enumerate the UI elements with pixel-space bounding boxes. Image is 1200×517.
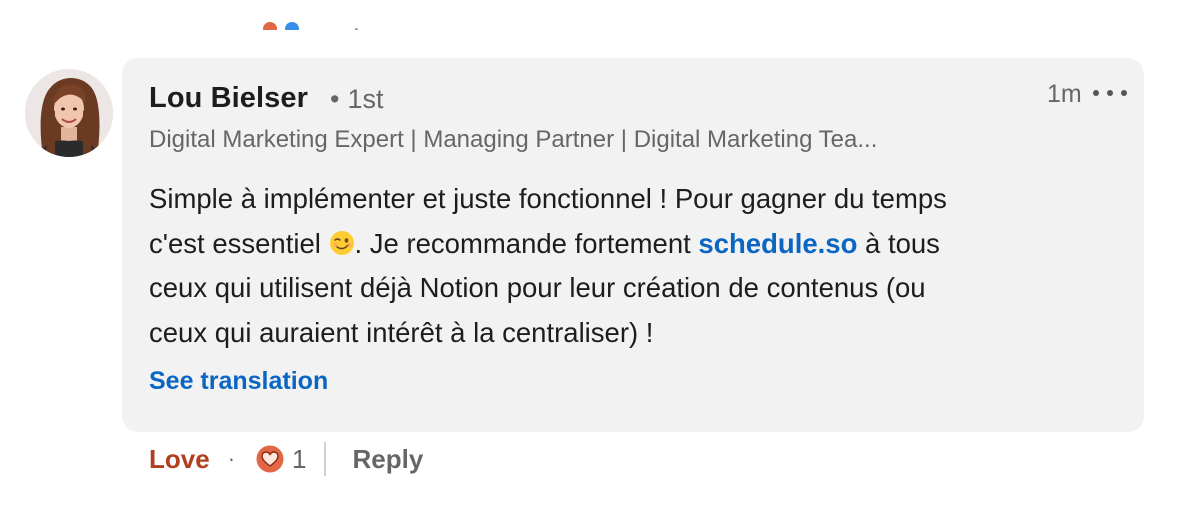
comment-line: Simple à implémenter et juste fonctionne…	[149, 183, 947, 214]
bullet-separator: •	[330, 84, 340, 114]
like-icon	[285, 22, 299, 30]
schedule-so-link[interactable]: schedule.so	[698, 228, 857, 259]
ellipsis-dot	[1093, 90, 1099, 96]
comment-timestamp: 1m	[1047, 80, 1082, 108]
connection-degree: • 1st	[330, 84, 383, 115]
reply-button[interactable]: Reply	[352, 444, 423, 475]
author-headline: Digital Marketing Expert | Managing Part…	[149, 126, 878, 153]
comment-line: c'est essentiel . Je recommande fortemen…	[149, 222, 1109, 267]
comment-actions: Love · 1 Reply	[149, 441, 423, 477]
comment-line: ceux qui auraient intérêt à la centralis…	[149, 316, 654, 348]
comment-text-segment: . Je recommande fortement	[354, 227, 699, 259]
more-options-button[interactable]	[1093, 86, 1127, 100]
ellipsis-dot	[1121, 90, 1127, 96]
previous-comment-reactions	[255, 14, 365, 30]
comment-thread: Lou Bielser • 1st 1m Digital Marketing Ex…	[0, 0, 1200, 517]
action-separator: ·	[227, 446, 236, 471]
ellipsis-dot	[1107, 90, 1113, 96]
connection-degree-label: 1st	[347, 84, 384, 114]
comment-text: Simple à implémenter et juste fonctionne…	[149, 177, 1109, 355]
comment-text-segment: à tous	[857, 227, 940, 259]
comment-line: ceux qui utilisent déjà Notion pour leur…	[149, 272, 926, 303]
vertical-divider	[324, 442, 327, 476]
see-translation-button[interactable]: See translation	[149, 367, 328, 396]
love-reaction-button[interactable]: Love	[149, 444, 210, 475]
comment-text-segment: c'est essentiel	[149, 227, 329, 259]
winking-face-icon	[329, 230, 354, 255]
dot-icon	[355, 28, 358, 30]
reaction-count[interactable]: 1	[292, 444, 306, 475]
profile-photo	[25, 69, 113, 157]
heart-icon[interactable]	[255, 444, 285, 474]
avatar[interactable]	[25, 69, 113, 157]
heart-icon	[263, 22, 277, 30]
author-name[interactable]: Lou Bielser	[149, 82, 308, 115]
